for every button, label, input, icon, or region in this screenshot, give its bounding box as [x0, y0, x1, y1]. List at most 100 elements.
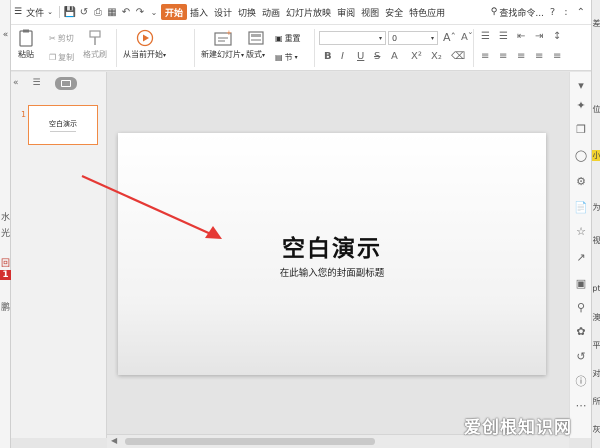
- superscript-icon[interactable]: X²: [411, 51, 422, 62]
- increase-indent-icon[interactable]: ⇥: [535, 31, 543, 42]
- scrollbar-thumb[interactable]: [125, 438, 375, 445]
- print-icon[interactable]: ⎙: [91, 5, 105, 19]
- bold-button[interactable]: B: [324, 51, 332, 62]
- play-from-current-button[interactable]: 从当前开始▾: [123, 29, 166, 60]
- tab-design[interactable]: 设计: [211, 0, 235, 25]
- align-left-icon[interactable]: ≡: [481, 51, 489, 62]
- tab-review[interactable]: 审阅: [334, 0, 358, 25]
- clear-format-icon[interactable]: ⌫: [451, 51, 465, 62]
- thumbnail-subtitle-line: [50, 130, 76, 132]
- line-spacing-icon[interactable]: ↕: [553, 31, 561, 42]
- collapse-pane-icon[interactable]: ▾: [574, 78, 588, 92]
- more-options-icon[interactable]: ⋯: [574, 398, 588, 412]
- outline-view-icon[interactable]: ☰: [33, 78, 41, 88]
- behind-right-text: 小: [592, 150, 600, 161]
- tab-transitions[interactable]: 切换: [235, 0, 259, 25]
- font-size-select[interactable]: 0 ▾: [388, 31, 438, 45]
- chevron-down-icon: ▾: [430, 34, 434, 42]
- collapse-panel-icon[interactable]: «: [13, 78, 19, 88]
- subscript-icon[interactable]: X₂: [431, 51, 442, 62]
- layout-button[interactable]: 版式▾: [246, 29, 265, 60]
- watermark: 爱创根知识网: [464, 418, 572, 438]
- slide-title[interactable]: 空白演示: [118, 229, 546, 263]
- format-painter-label: 格式刷: [83, 50, 107, 59]
- editing-canvas: 空白演示 在此输入您的封面副标题: [107, 72, 569, 434]
- background-window-left: « 水 光 回 鹏 1: [0, 0, 11, 448]
- slide-thumbnail[interactable]: 空白演示: [28, 105, 98, 145]
- cut-button[interactable]: ✂ 剪切: [49, 33, 74, 44]
- justify-icon[interactable]: ≡: [535, 51, 543, 62]
- scroll-left-icon[interactable]: ◀: [111, 436, 117, 445]
- tab-insert[interactable]: 插入: [187, 0, 211, 25]
- save-icon[interactable]: 💾: [63, 5, 77, 19]
- sparkle-icon[interactable]: ✿: [574, 324, 588, 338]
- section-icon: ▤: [275, 53, 283, 62]
- properties-icon[interactable]: ⚙: [574, 174, 588, 188]
- behind-right-text: 灰: [592, 425, 600, 434]
- redo-icon[interactable]: ↷: [133, 5, 147, 19]
- behind-right-text: 对: [592, 369, 600, 378]
- format-painter-icon: [89, 30, 101, 45]
- tab-security[interactable]: 安全: [382, 0, 406, 25]
- share-icon[interactable]: ↗: [574, 250, 588, 264]
- collapse-ribbon-icon[interactable]: ⌃: [577, 7, 585, 18]
- paste-button[interactable]: 粘贴: [17, 29, 35, 60]
- tab-special-apps[interactable]: 特色应用: [406, 0, 448, 25]
- chevron-down-icon: ⌄: [47, 8, 53, 16]
- behind-right-text: 位: [592, 105, 600, 114]
- slide-view-toggle[interactable]: [54, 76, 77, 90]
- reset-label: 重置: [284, 34, 301, 43]
- behind-right-text: 为: [592, 203, 600, 212]
- image-icon[interactable]: ▣: [574, 276, 588, 290]
- underline-button[interactable]: U: [357, 51, 364, 62]
- align-right-icon[interactable]: ≡: [517, 51, 525, 62]
- shapes-icon[interactable]: ◯: [574, 148, 588, 162]
- layout-icon: [247, 31, 264, 45]
- document-icon[interactable]: 📄: [574, 200, 588, 214]
- font-family-select[interactable]: ▾: [319, 31, 386, 45]
- align-center-icon[interactable]: ≡: [499, 51, 507, 62]
- undo-icon[interactable]: ↶: [119, 5, 133, 19]
- tab-slideshow[interactable]: 幻灯片放映: [283, 0, 334, 25]
- chevron-down-icon: ▾: [163, 52, 167, 59]
- section-button[interactable]: ▤ 节 ▾: [275, 52, 298, 63]
- reset-button[interactable]: ▣ 重置: [275, 33, 301, 44]
- tab-animation[interactable]: 动画: [259, 0, 283, 25]
- slide-number: 1: [21, 110, 27, 119]
- behind-right-text: 差: [592, 19, 600, 28]
- more-icon[interactable]: :: [564, 7, 567, 18]
- format-painter-button[interactable]: 格式刷: [83, 29, 107, 60]
- bullet-list-icon[interactable]: ☰: [481, 31, 490, 42]
- font-color-icon[interactable]: A: [391, 51, 398, 62]
- star-icon[interactable]: ☆: [574, 224, 588, 238]
- slide[interactable]: 空白演示 在此输入您的封面副标题: [118, 133, 546, 375]
- file-menu[interactable]: ☰ 文件 ⌄: [11, 0, 56, 25]
- distribute-icon[interactable]: ≡: [553, 51, 561, 62]
- history-icon[interactable]: ↺: [574, 349, 588, 363]
- reset-icon: ▣: [275, 34, 283, 43]
- help-icon[interactable]: ?: [550, 7, 555, 18]
- help-circle-icon[interactable]: ⓘ: [574, 374, 588, 388]
- italic-button[interactable]: I: [341, 51, 344, 62]
- customize-icon[interactable]: ⌄: [147, 5, 161, 19]
- divider: [473, 29, 474, 67]
- tab-view[interactable]: 视图: [358, 0, 382, 25]
- tab-home[interactable]: 开始: [160, 4, 187, 20]
- strikethrough-button[interactable]: S: [374, 51, 380, 62]
- copy-label: 复制: [58, 53, 75, 62]
- behind-right-text: 所: [592, 397, 600, 406]
- command-search[interactable]: ⚲ 查找命令...: [485, 6, 550, 19]
- decrease-font-icon[interactable]: Aˇ: [461, 32, 473, 43]
- copy-slides-icon[interactable]: ❐: [574, 122, 588, 136]
- magic-icon[interactable]: ✦: [574, 98, 588, 112]
- numbered-list-icon[interactable]: ☰: [499, 31, 508, 42]
- zoom-icon[interactable]: ⚲: [574, 300, 588, 314]
- decrease-indent-icon[interactable]: ⇤: [517, 31, 525, 42]
- output-icon[interactable]: ↺: [77, 5, 91, 19]
- print-preview-icon[interactable]: ▦: [105, 5, 119, 19]
- menu-bar: ☰ 文件 ⌄ 💾 ↺ ⎙ ▦ ↶ ↷ ⌄ 开始 插入 设计 切换 动画 幻灯片放…: [11, 0, 591, 25]
- new-slide-button[interactable]: + 新建幻灯片▾: [201, 29, 244, 60]
- slide-subtitle[interactable]: 在此输入您的封面副标题: [118, 265, 546, 279]
- increase-font-icon[interactable]: Aˆ: [443, 31, 456, 44]
- copy-button[interactable]: ❐ 复制: [49, 52, 74, 63]
